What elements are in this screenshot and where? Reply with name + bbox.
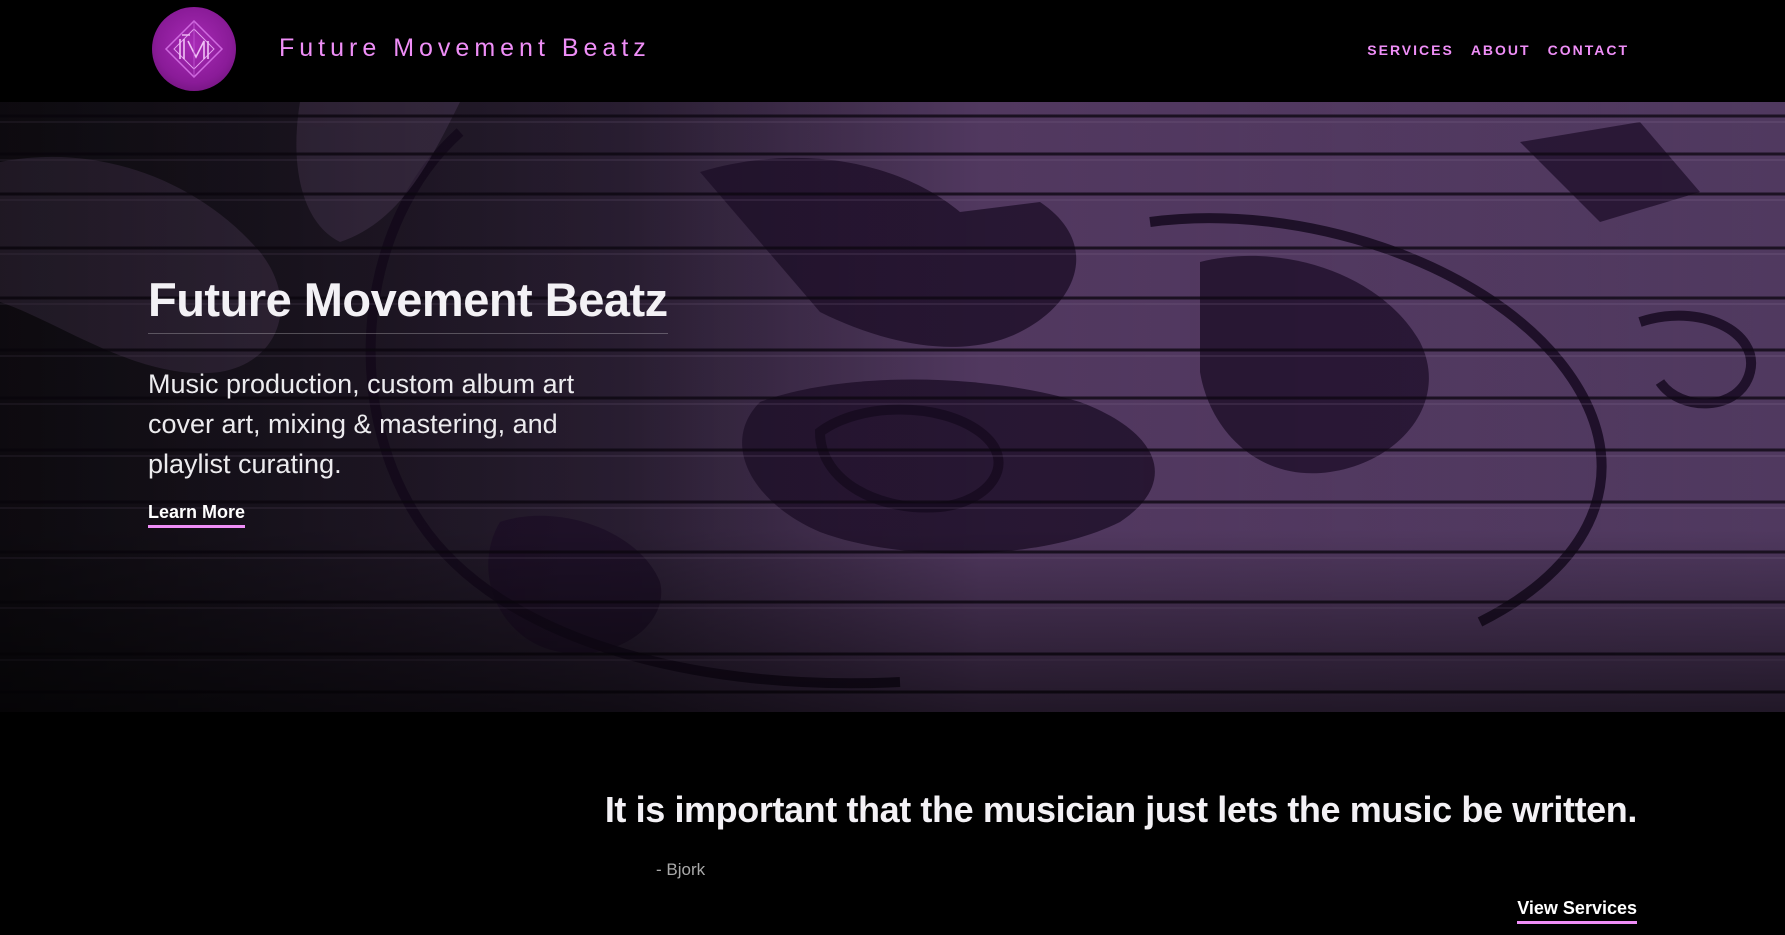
hero-content: Future Movement Beatz Music production, …: [148, 272, 688, 528]
site-header: Future Movement Beatz SERVICES ABOUT CON…: [0, 0, 1785, 102]
view-services-link[interactable]: View Services: [1517, 898, 1637, 924]
hero-title: Future Movement Beatz: [148, 272, 668, 334]
learn-more-link[interactable]: Learn More: [148, 502, 246, 528]
logo-graphic: [164, 19, 224, 79]
quote-author: - Bjork: [656, 860, 706, 879]
nav-services[interactable]: SERVICES: [1367, 42, 1454, 58]
quote-section: It is important that the musician just l…: [0, 712, 1785, 935]
main-nav: SERVICES ABOUT CONTACT: [1367, 42, 1629, 58]
hero-description: Music production, custom album art cover…: [148, 369, 575, 479]
fmb-logo-icon[interactable]: [152, 7, 236, 91]
nav-about[interactable]: ABOUT: [1471, 42, 1531, 58]
site-title[interactable]: Future Movement Beatz: [279, 34, 651, 63]
quote-text: It is important that the musician just l…: [604, 789, 1638, 830]
hero-banner: Future Movement Beatz Music production, …: [0, 102, 1785, 712]
nav-contact[interactable]: CONTACT: [1548, 42, 1629, 58]
